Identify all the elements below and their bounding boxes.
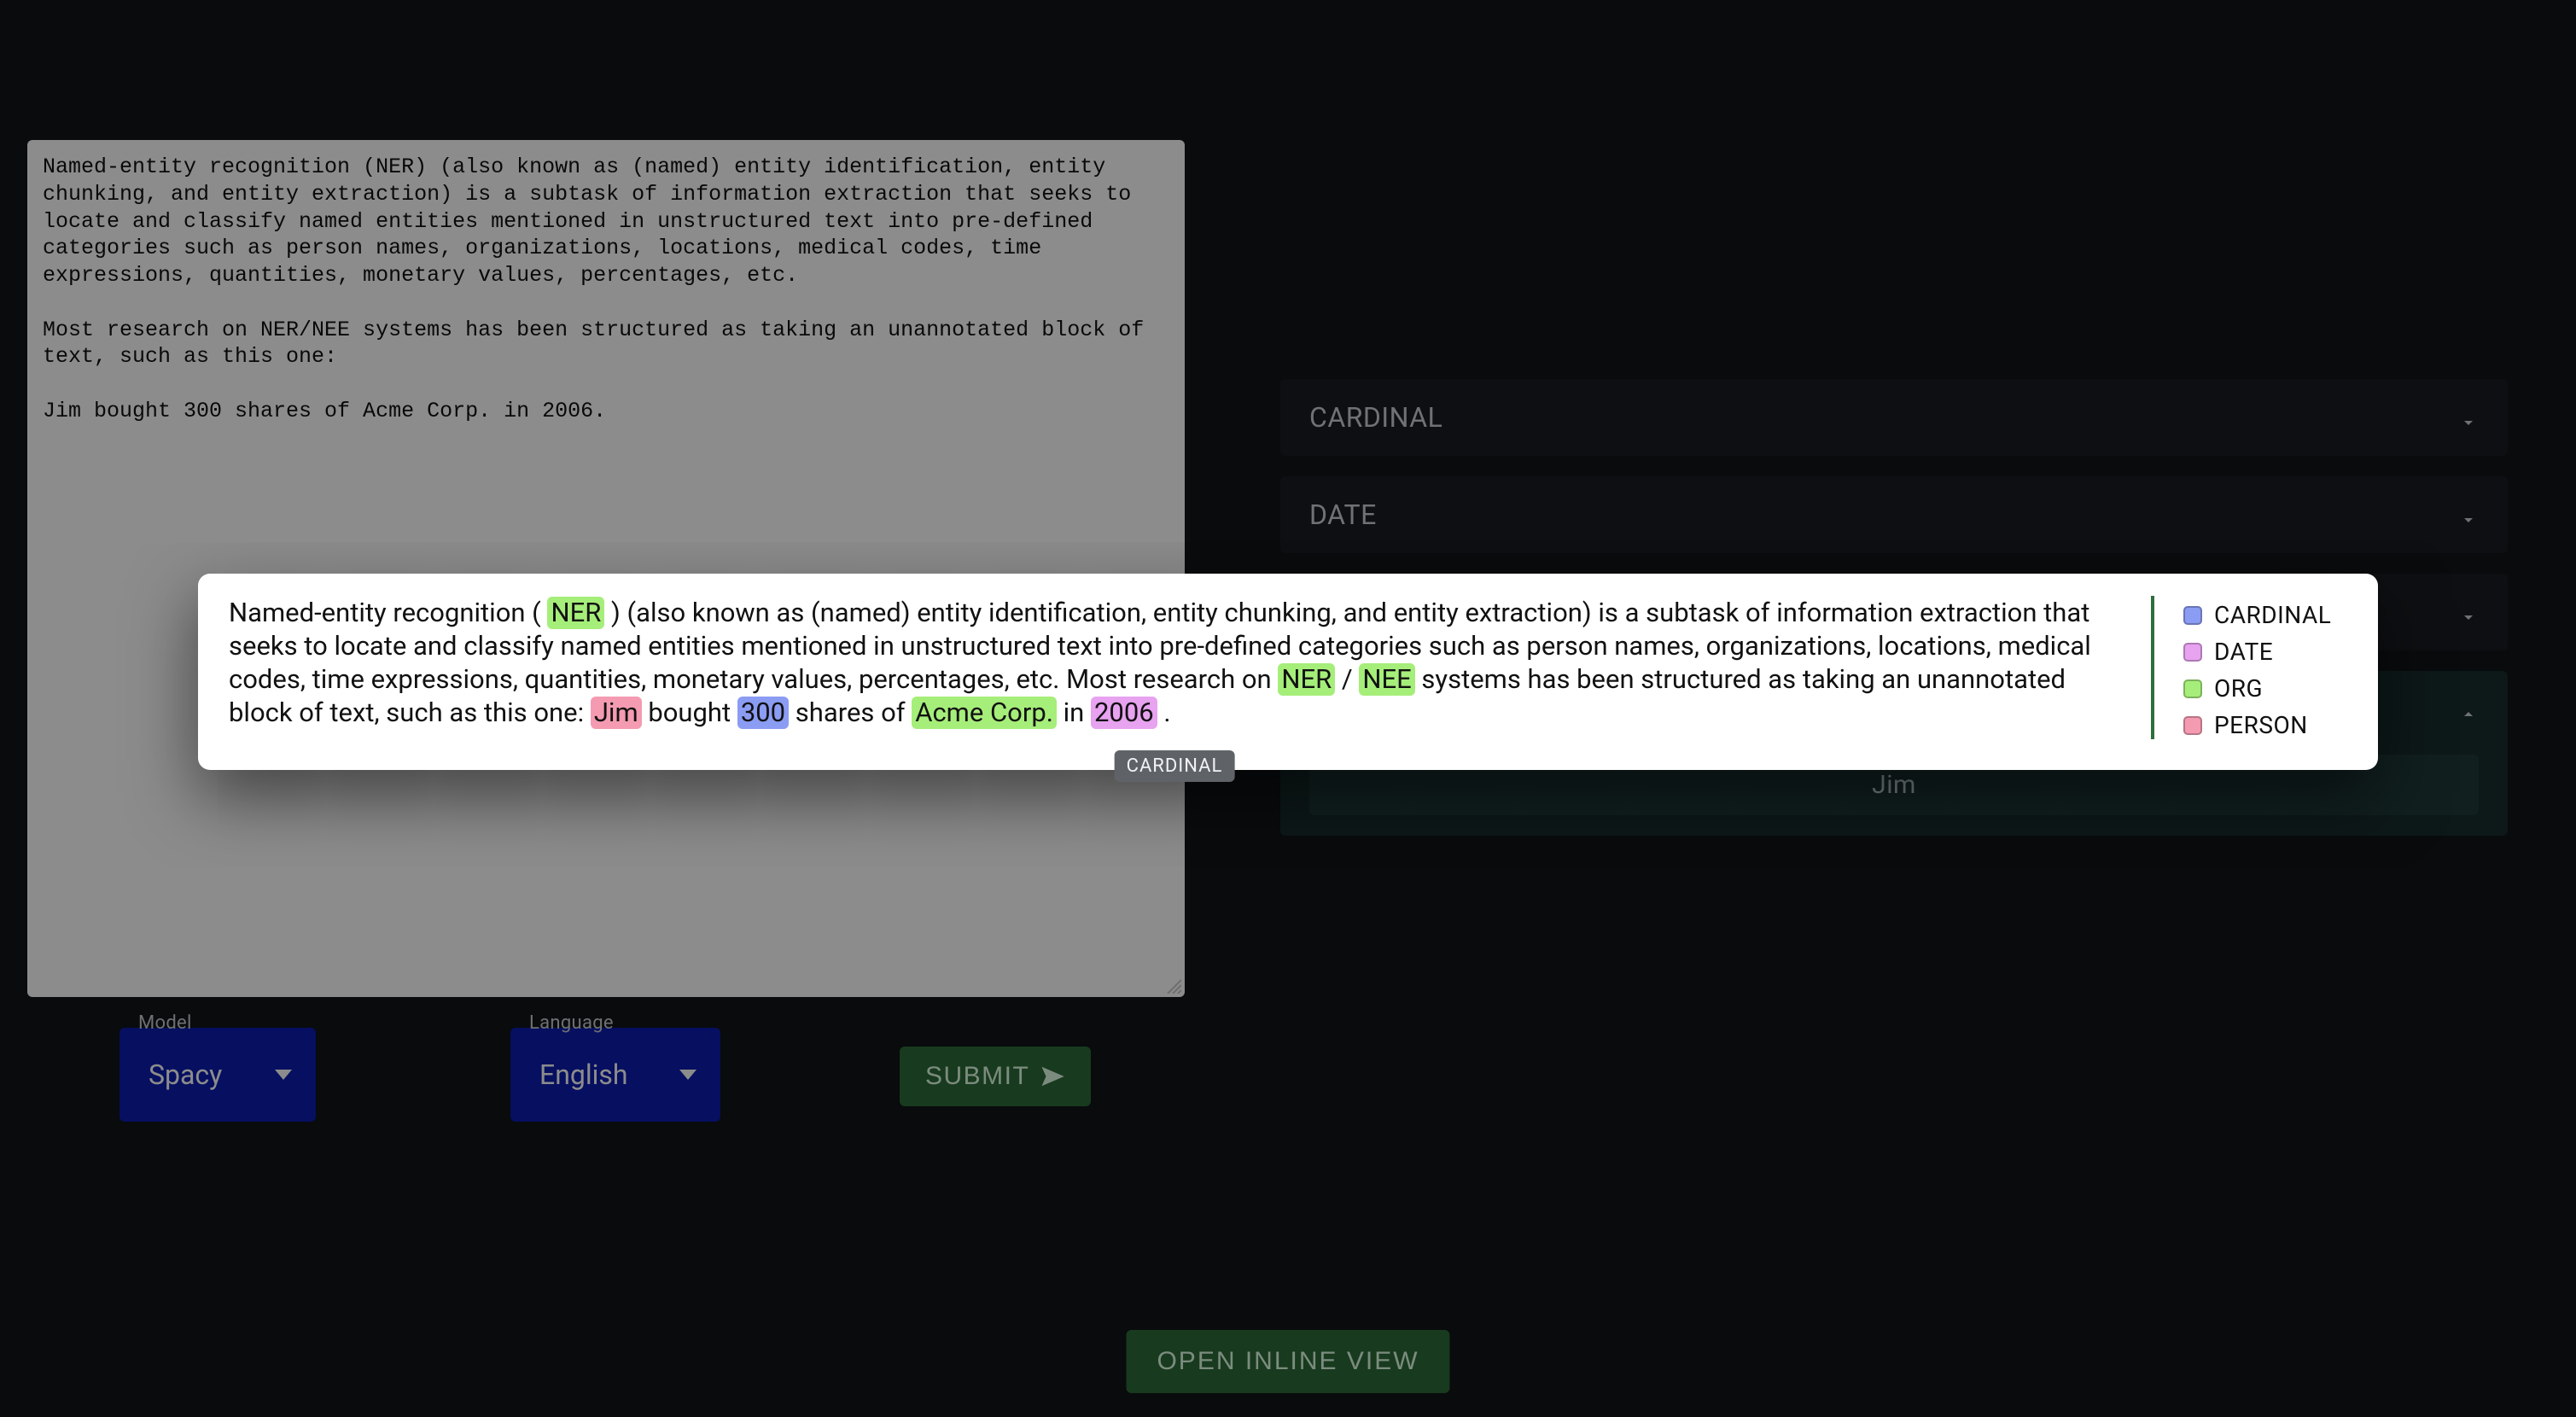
legend-swatch-icon	[2183, 606, 2202, 625]
text-span: .	[1157, 697, 1171, 728]
legend-swatch-icon	[2183, 643, 2202, 662]
legend-label: CARDINAL	[2214, 601, 2331, 629]
entity-span[interactable]: 2006	[1091, 697, 1157, 729]
annotated-text: Named-entity recognition ( NER ) (also k…	[229, 596, 2120, 729]
legend-item: ORG	[2183, 674, 2347, 703]
legend-item: PERSON	[2183, 711, 2347, 739]
text-span: /	[1335, 663, 1359, 695]
legend-item: CARDINAL	[2183, 601, 2347, 629]
text-span: bought	[642, 697, 737, 728]
entity-tooltip: CARDINAL	[1115, 750, 1235, 782]
legend-swatch-icon	[2183, 716, 2202, 735]
entity-span[interactable]: NER	[1278, 663, 1335, 696]
text-span: in	[1057, 697, 1091, 728]
entity-span[interactable]: NER	[547, 597, 604, 629]
app-root: Model Spacy Language English SUBMIT CARD…	[0, 0, 2576, 1417]
entity-tooltip-label: CARDINAL	[1127, 755, 1223, 777]
inline-view-body-wrap: Named-entity recognition ( NER ) (also k…	[229, 596, 2120, 739]
legend: CARDINAL DATE ORG PERSON	[2151, 596, 2347, 739]
entity-span[interactable]: 300	[737, 697, 789, 729]
inline-view-popover: Named-entity recognition ( NER ) (also k…	[198, 574, 2378, 770]
legend-label: DATE	[2214, 638, 2273, 666]
entity-span[interactable]: Acme Corp.	[912, 697, 1057, 729]
entity-span[interactable]: NEE	[1359, 663, 1414, 696]
legend-label: PERSON	[2214, 711, 2308, 739]
text-span: Named-entity recognition (	[229, 597, 547, 628]
text-span: shares of	[789, 697, 912, 728]
legend-item: DATE	[2183, 638, 2347, 666]
entity-span[interactable]: Jim	[591, 697, 642, 729]
legend-swatch-icon	[2183, 679, 2202, 698]
legend-label: ORG	[2214, 674, 2263, 703]
